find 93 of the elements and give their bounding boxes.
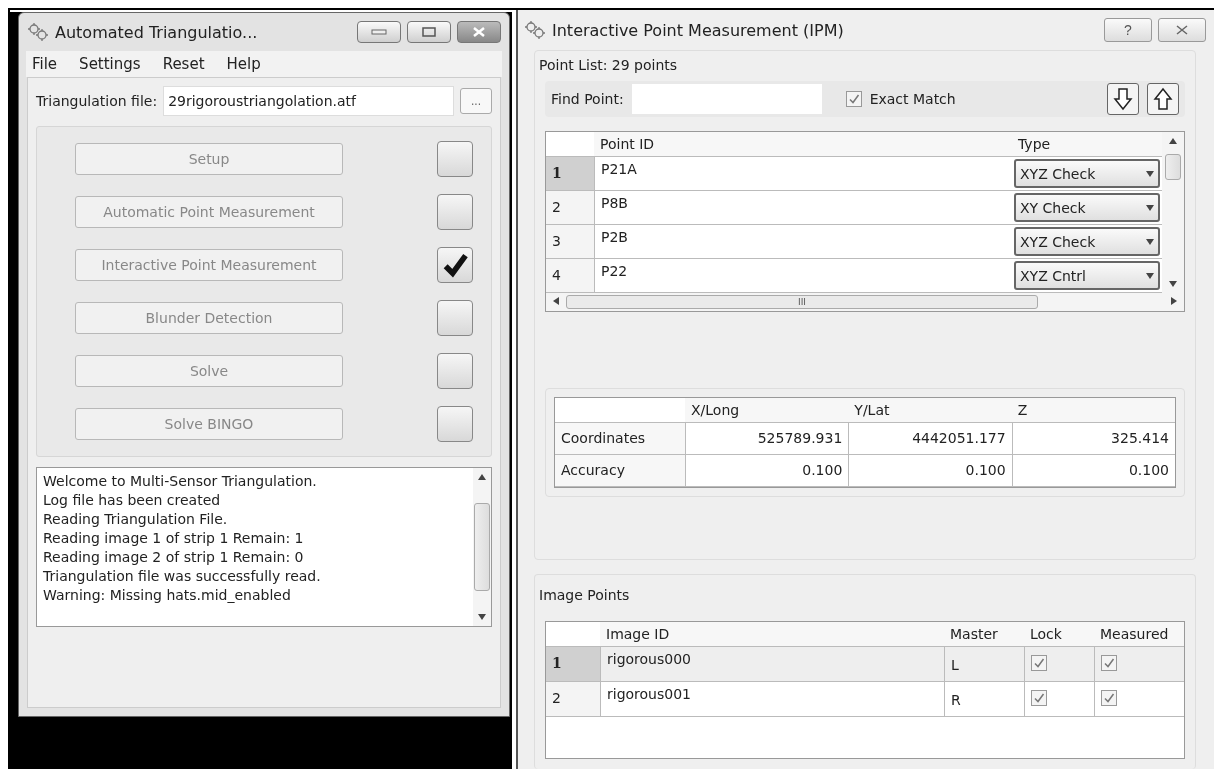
field-label: Find Point: [551, 91, 624, 107]
log-line: Reading image 2 of strip 1 Remain: 0 [43, 548, 305, 567]
table-cell: 0.100 [1011, 455, 1175, 486]
column-header: Master [944, 622, 1024, 646]
help-button[interactable]: ? [1104, 18, 1152, 42]
row-header: Coordinates [555, 423, 685, 454]
log-line: Reading Triangulation File. [43, 510, 229, 529]
column-header: Y/Lat [848, 398, 1012, 422]
close-button[interactable] [457, 21, 501, 43]
browse-button[interactable]: ... [460, 88, 492, 114]
checkmark-icon [1033, 692, 1045, 704]
app-icon [524, 20, 546, 40]
minimize-icon [371, 29, 387, 35]
type-dropdown[interactable]: XYZ Check [1014, 159, 1160, 188]
table-cell: P8B [594, 191, 1012, 224]
column-header: Lock [1024, 622, 1094, 646]
arrow-icon [1146, 270, 1154, 281]
arrow-icon [1146, 168, 1154, 179]
column-header: Z [1011, 398, 1175, 422]
field-label: Triangulation file: [36, 93, 158, 109]
log-line: Reading image 1 of strip 1 Remain: 1 [43, 529, 305, 548]
maximize-icon [422, 27, 436, 37]
app-icon [27, 22, 49, 42]
arrow-icon [478, 472, 486, 482]
type-dropdown[interactable]: XYZ Check [1014, 227, 1160, 256]
scrollbar-thumb[interactable] [1165, 154, 1181, 180]
table-cell: 0.100 [848, 455, 1012, 486]
log-line: Triangulation file was successfully read. [43, 567, 322, 586]
menu-item[interactable]: Settings [79, 55, 141, 73]
up-arrow-icon [1153, 87, 1173, 111]
arrow-icon [1146, 236, 1154, 247]
menu-item[interactable]: Reset [162, 55, 205, 73]
exact-match-checkbox[interactable] [845, 91, 862, 107]
down-arrow-icon [1113, 87, 1133, 111]
close-icon [472, 27, 486, 37]
close-icon [1175, 24, 1189, 36]
group-title: Point List: 29 points [539, 57, 679, 73]
type-dropdown[interactable]: XYZ Cntrl [1014, 261, 1160, 290]
table-cell: 4442051.177 [848, 423, 1012, 454]
file-field[interactable]: 29rigoroustriangolation.atf [163, 86, 454, 116]
row-number[interactable]: 4 [546, 259, 594, 292]
measured-checkbox[interactable] [1101, 690, 1117, 706]
checkmark-icon [847, 93, 860, 105]
maximize-button[interactable] [407, 21, 451, 43]
log-line: Log file has been created [43, 491, 222, 510]
column-header: Point ID [594, 132, 1012, 156]
column-header: Image ID [600, 622, 944, 646]
table-cell: P21A [594, 157, 1012, 190]
group-title: Image Points [539, 587, 631, 603]
menu-item[interactable]: Help [226, 55, 261, 73]
log-line: Warning: Missing hats.mid_enabled [43, 586, 292, 605]
measured-checkbox[interactable] [1101, 655, 1117, 671]
row-number[interactable]: 1 [546, 647, 600, 681]
checkmark-icon [1103, 657, 1115, 669]
checkbox-label: Exact Match [869, 91, 957, 107]
table-cell: 0.100 [685, 455, 849, 486]
row-number[interactable]: 2 [546, 682, 600, 716]
column-header: X/Long [685, 398, 849, 422]
row-number[interactable]: 1 [546, 157, 594, 190]
lock-checkbox[interactable] [1031, 690, 1047, 706]
scrollbar[interactable] [1162, 132, 1184, 293]
arrow-icon [478, 612, 486, 622]
table-cell: L [944, 647, 1024, 681]
table-cell: P2B [594, 225, 1012, 258]
horizontal-scrollbar[interactable]: III [546, 293, 1184, 311]
type-dropdown[interactable]: XY Check [1014, 193, 1160, 222]
row-header: Accuracy [555, 455, 685, 486]
next-button[interactable] [1107, 83, 1139, 115]
log-line: Welcome to Multi-Sensor Triangulation. [43, 472, 318, 491]
table-cell: P22 [594, 259, 1012, 292]
scrollbar[interactable] [473, 468, 491, 626]
table-cell: 525789.931 [685, 423, 849, 454]
window-title: Interactive Point Measurement (IPM) [552, 20, 845, 40]
table-cell: rigorous000 [600, 647, 944, 681]
lock-checkbox[interactable] [1031, 655, 1047, 671]
window-title: Automated Triangulatio... [55, 22, 259, 42]
scrollbar-thumb[interactable] [474, 503, 490, 591]
checkmark-icon [1033, 657, 1045, 669]
close-button[interactable] [1158, 18, 1206, 42]
column-header: Type [1012, 132, 1162, 156]
table-cell: 325.414 [1011, 423, 1175, 454]
arrow-icon [1146, 202, 1154, 213]
row-number[interactable]: 2 [546, 191, 594, 224]
previous-button[interactable] [1147, 83, 1179, 115]
column-header: Measured [1094, 622, 1184, 646]
minimize-button[interactable] [357, 21, 401, 43]
menu-item[interactable]: File [32, 55, 58, 73]
table-cell: rigorous001 [600, 682, 944, 716]
row-number[interactable]: 3 [546, 225, 594, 258]
arrow-icon [552, 297, 560, 307]
table-cell: R [944, 682, 1024, 716]
checkmark-icon [1103, 692, 1115, 704]
arrow-icon [1169, 136, 1177, 146]
